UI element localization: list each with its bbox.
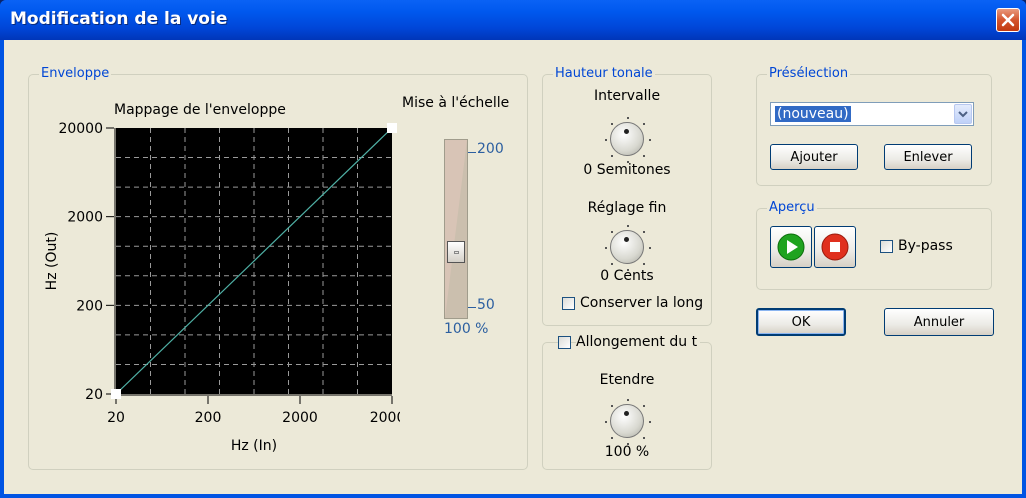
close-button[interactable] — [996, 8, 1020, 32]
preset-select[interactable]: (nouveau) — [770, 102, 974, 126]
knob-tick — [642, 262, 645, 265]
slider-track — [445, 140, 467, 318]
bypass-label: By-pass — [898, 238, 953, 254]
plot-title: Mappage de l'enveloppe — [114, 102, 286, 118]
close-icon — [1001, 13, 1015, 27]
knob-tick — [642, 436, 645, 439]
knob-tick — [642, 231, 645, 234]
x-tick-label: 2000 — [282, 410, 318, 426]
envelope-chart[interactable]: 20000 2000 200 2020 200 2000 20000 Hz (Out) Hz… — [40, 118, 400, 456]
knob-tick — [611, 405, 614, 408]
knob-tick — [649, 247, 651, 249]
scaling-top-value: 200 — [477, 141, 504, 157]
interval-label: Intervalle — [593, 88, 661, 104]
extend-label: Etendre — [599, 372, 655, 388]
scaling-slider[interactable] — [444, 139, 468, 319]
stretch-checkbox[interactable] — [558, 336, 571, 349]
knob-tick — [611, 231, 614, 234]
stop-button[interactable] — [814, 226, 856, 268]
bypass-checkbox[interactable] — [880, 240, 893, 253]
preserve-length-checkbox[interactable] — [562, 297, 575, 310]
knob-tick — [649, 421, 651, 423]
y-tick-label: 2000 — [67, 210, 103, 226]
cancel-button[interactable]: Annuler — [884, 308, 994, 336]
scaling-percent: 100 % — [444, 321, 489, 337]
interval-value: 0 Semitones — [583, 162, 671, 178]
y-axis-label: Hz (Out) — [44, 232, 60, 291]
fine-tune-value: 0 Cents — [600, 268, 654, 284]
scaling-bottom-value: 50 — [477, 297, 495, 313]
knob-tick — [627, 225, 629, 227]
fine-tune-knob[interactable] — [605, 225, 651, 271]
envelope-group-label: Enveloppe — [39, 66, 112, 81]
preset-group-label: Présélection — [767, 66, 851, 81]
ok-button[interactable]: OK — [756, 308, 846, 336]
envelope-node — [111, 389, 121, 399]
preset-selected-value: (nouveau) — [775, 106, 851, 122]
knob-tick — [642, 154, 645, 157]
knob-tick — [605, 139, 607, 141]
envelope-node — [387, 123, 397, 133]
dialog-body: Enveloppe Mappage de l'enveloppe 20000 20… — [4, 40, 1022, 494]
knob-tick — [627, 399, 629, 401]
extend-knob[interactable] — [605, 399, 651, 445]
knob-tick — [627, 117, 629, 119]
add-preset-button[interactable]: Ajouter — [770, 144, 858, 170]
y-tick-label: 20 — [85, 387, 103, 403]
chevron-down-icon — [958, 111, 968, 118]
knob-tick — [611, 262, 614, 265]
scaling-title: Mise à l'échelle — [402, 95, 510, 111]
x-tick-label: 200 — [195, 410, 222, 426]
dialog-window: Modification de la voie Enveloppe Mappag… — [0, 0, 1026, 498]
play-icon — [777, 233, 805, 261]
y-tick-label: 20000 — [58, 121, 103, 137]
knob-tick — [611, 123, 614, 126]
knob-tick — [642, 123, 645, 126]
remove-preset-button[interactable]: Enlever — [884, 144, 972, 170]
stop-icon — [821, 233, 849, 261]
knob-tick — [611, 154, 614, 157]
preserve-length-label: Conserver la long — [580, 295, 704, 311]
knob-tick — [649, 139, 651, 141]
interval-knob[interactable] — [605, 117, 651, 163]
x-tick-label: 20000 — [370, 410, 400, 426]
play-button[interactable] — [770, 226, 812, 268]
extend-value: 100 % — [604, 444, 650, 460]
stretch-checkbox-label: Allongement du t — [576, 334, 701, 350]
window-title: Modification de la voie — [10, 9, 228, 29]
knob-tick — [642, 405, 645, 408]
x-tick-label: 20 — [107, 410, 125, 426]
knob-tick — [605, 247, 607, 249]
knob-tick — [605, 421, 607, 423]
knob-tick — [611, 436, 614, 439]
x-axis-label: Hz (In) — [231, 438, 277, 454]
title-bar[interactable]: Modification de la voie — [0, 0, 1026, 40]
preset-dropdown-button[interactable] — [954, 104, 972, 124]
preview-group-label: Aperçu — [767, 200, 817, 215]
slider-thumb[interactable] — [447, 241, 465, 264]
fine-tune-label: Réglage fin — [587, 200, 667, 216]
y-tick-label: 200 — [76, 298, 103, 314]
pitch-group-label: Hauteur tonale — [553, 66, 655, 81]
